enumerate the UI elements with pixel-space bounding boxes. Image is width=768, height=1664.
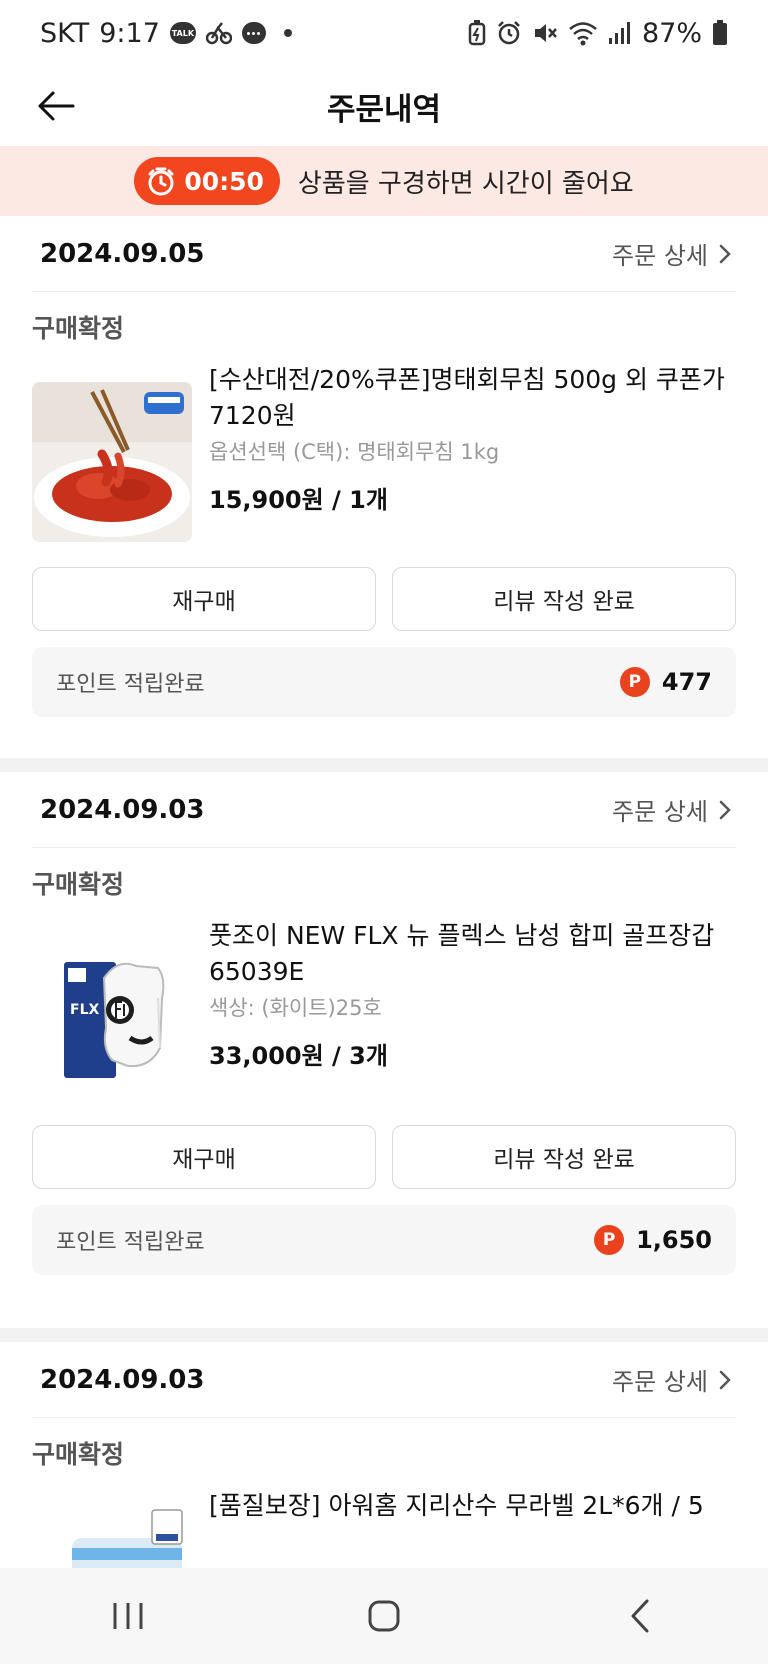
product-info: [품질보장] 아워홈 지리산수 무라벨 2L*6개 / 5 — [209, 1488, 728, 1524]
home-button[interactable] — [339, 1586, 429, 1646]
product-info: [수산대전/20%쿠폰]명태회무침 500g 외 쿠폰가 7120원 옵션선택 … — [209, 362, 728, 515]
app-header: 주문내역 — [0, 66, 768, 146]
chevron-right-icon — [719, 800, 731, 819]
product-info: 풋조이 NEW FLX 뉴 플렉스 남성 합피 골프장갑 65039E 색상: … — [209, 918, 728, 1071]
review-complete-button[interactable]: 리뷰 작성 완료 — [392, 567, 736, 631]
status-right: 87% — [468, 18, 728, 49]
order-status: 구매확정 — [32, 870, 125, 899]
order-detail-label: 주문 상세 — [612, 242, 708, 270]
stopwatch-icon — [148, 167, 174, 196]
product-image-golf-glove[interactable]: FLX — [32, 938, 192, 1098]
product-name[interactable]: 풋조이 NEW FLX 뉴 플렉스 남성 합피 골프장갑 65039E — [209, 918, 728, 990]
section-divider — [0, 1328, 768, 1342]
order-detail-link[interactable]: 주문 상세 — [612, 792, 736, 827]
product-name[interactable]: [품질보장] 아워홈 지리산수 무라벨 2L*6개 / 5 — [209, 1488, 728, 1524]
chat-icon — [241, 22, 266, 44]
review-complete-button[interactable]: 리뷰 작성 완료 — [392, 1125, 736, 1189]
system-nav-bar — [0, 1568, 768, 1664]
back-arrow-icon — [38, 91, 75, 121]
order-status: 구매확정 — [32, 1440, 125, 1469]
points-box: 포인트 적립완료 P 1,650 — [32, 1205, 736, 1275]
product-price: 33,000원 / 3개 — [209, 1042, 388, 1070]
points-box: 포인트 적립완료 P 477 — [32, 647, 736, 717]
points-label: 포인트 적립완료 — [56, 672, 205, 697]
timer-message: 상품을 구경하면 시간이 줄어요 — [297, 168, 634, 199]
order-header: 2024.09.03 주문 상세 — [32, 772, 736, 848]
mute-icon — [532, 20, 558, 46]
order-list[interactable]: 2024.09.05 주문 상세 구매확정 [수산대전/20%쿠폰]명태회무침 … — [0, 216, 768, 1568]
talk-icon: TALK — [169, 22, 196, 44]
battery-percent: 87% — [641, 17, 702, 49]
system-back-button[interactable] — [595, 1586, 685, 1646]
product-name[interactable]: [수산대전/20%쿠폰]명태회무침 500g 외 쿠폰가 7120원 — [209, 362, 728, 434]
product-image-seasoned-pollock[interactable] — [32, 382, 192, 542]
order-detail-link[interactable]: 주문 상세 — [612, 236, 736, 271]
wifi-icon — [568, 20, 598, 46]
rebuy-button[interactable]: 재구매 — [32, 1125, 376, 1189]
rebuy-button[interactable]: 재구매 — [32, 567, 376, 631]
signal-icon — [608, 21, 632, 45]
status-left: SKT 9:17 TALK — [40, 18, 292, 49]
point-icon: P — [619, 667, 650, 697]
order-date: 2024.09.03 — [40, 1364, 205, 1395]
order-header: 2024.09.05 주문 상세 — [32, 216, 736, 292]
product-image-water-bottles[interactable] — [32, 1508, 192, 1568]
order-date: 2024.09.05 — [40, 238, 205, 269]
talk-badge-label: TALK — [171, 28, 195, 38]
points-label: 포인트 적립완료 — [56, 1230, 205, 1255]
chevron-right-icon — [719, 244, 731, 263]
flx-box-text: FLX — [70, 1002, 99, 1018]
timer-pill: 00:50 — [134, 157, 280, 205]
battery-saver-icon — [468, 20, 486, 46]
order-card: 2024.09.03 주문 상세 구매확정 [품질보장] 아워홈 지리산수 무라… — [0, 1342, 768, 1568]
order-detail-label: 주문 상세 — [612, 1368, 708, 1396]
recent-apps-icon — [113, 1603, 143, 1629]
order-detail-label: 주문 상세 — [612, 798, 708, 826]
points-value: 1,650 — [636, 1226, 712, 1254]
home-icon — [368, 1600, 400, 1632]
back-icon — [631, 1599, 649, 1633]
status-bar: SKT 9:17 TALK 87% — [0, 0, 768, 66]
order-header: 2024.09.03 주문 상세 — [32, 1342, 736, 1418]
product-option: 색상: (화이트)25호 — [209, 996, 382, 1020]
order-card: 2024.09.03 주문 상세 구매확정 FLX 풋조이 NEW FLX 뉴 … — [0, 772, 768, 1328]
points-value: 477 — [661, 668, 712, 696]
points-value-group: P 477 — [619, 667, 712, 697]
page-title: 주문내역 — [326, 91, 442, 128]
points-value-group: P 1,650 — [594, 1225, 712, 1255]
timer-value: 00:50 — [184, 166, 264, 196]
order-detail-link[interactable]: 주문 상세 — [612, 1362, 736, 1397]
alarm-icon — [496, 20, 522, 46]
back-button[interactable] — [34, 84, 78, 128]
product-option: 옵션선택 (C택): 명태회무침 1kg — [209, 440, 500, 464]
order-date: 2024.09.03 — [40, 794, 205, 825]
dot-icon — [283, 29, 292, 37]
order-card: 2024.09.05 주문 상세 구매확정 [수산대전/20%쿠폰]명태회무침 … — [0, 216, 768, 758]
carrier-label: SKT — [40, 17, 90, 49]
clock: 9:17 — [99, 17, 160, 49]
point-icon: P — [594, 1225, 625, 1255]
order-status: 구매확정 — [32, 314, 125, 343]
recent-apps-button[interactable] — [83, 1586, 173, 1646]
chevron-right-icon — [719, 1370, 731, 1389]
timer-banner[interactable]: 00:50 상품을 구경하면 시간이 줄어요 — [0, 146, 768, 216]
section-divider — [0, 758, 768, 772]
bike-icon — [205, 21, 232, 45]
product-price: 15,900원 / 1개 — [209, 486, 388, 514]
battery-icon — [712, 20, 728, 46]
